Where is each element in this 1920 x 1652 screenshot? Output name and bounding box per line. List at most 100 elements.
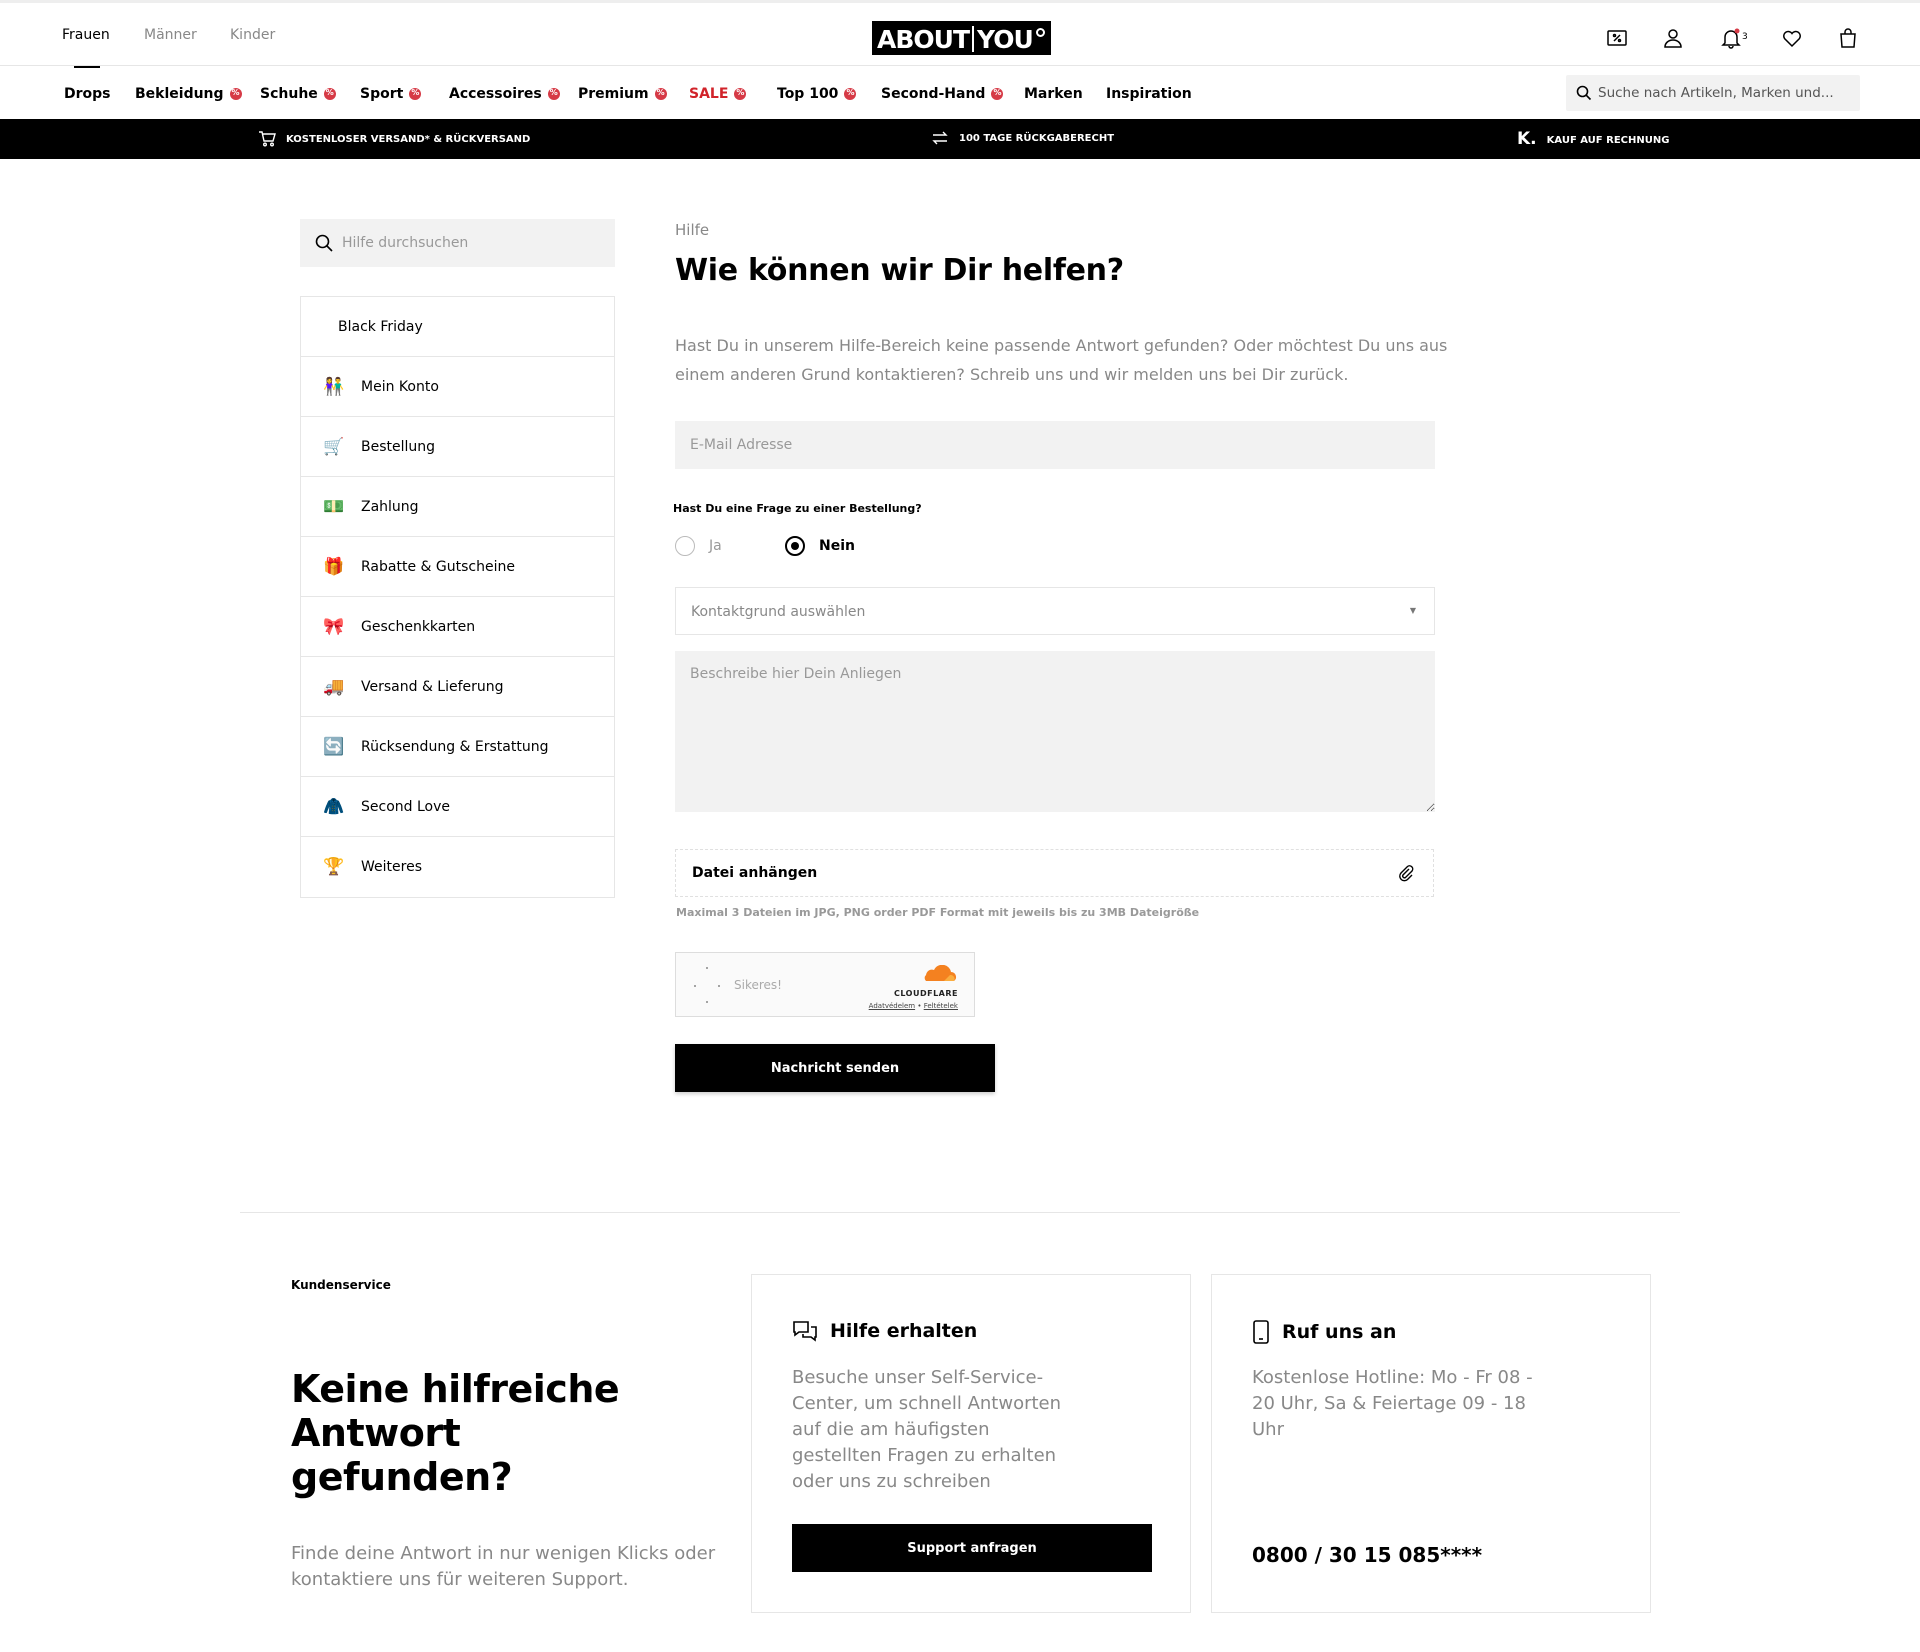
breadcrumb[interactable]: Hilfe [675,221,709,239]
radio-yes[interactable]: Ja [675,536,722,556]
sale-badge-icon [734,88,747,100]
sidebar-item-label: Weiteres [361,859,422,875]
nav-item-sport[interactable]: Sport [360,86,422,102]
logo-text-right: YOU [977,24,1034,54]
sidebar-item-second-love[interactable]: 🧥 Second Love [301,777,614,837]
about-you-logo[interactable]: ABOUT YOU [872,21,1051,55]
sidebar-item-bestellung[interactable]: 🛒 Bestellung [301,417,614,477]
nav-item-accessoires[interactable]: Accessoires [449,86,560,102]
gender-tab-kinder[interactable]: Kinder [230,27,275,43]
search-icon [315,234,333,252]
gender-tab-frauen[interactable]: Frauen [62,27,110,43]
sidebar-item-rabatte-gutscheine[interactable]: 🎁 Rabatte & Gutscheine [301,537,614,597]
gender-tab-maenner[interactable]: Männer [144,27,197,43]
usp-shipping: KOSTENLOSER VERSAND* & RÜCKVERSAND [258,131,530,147]
captcha-terms-link[interactable]: Feltételek [924,1002,958,1010]
call-card: Ruf uns an Kostenlose Hotline: Mo - Fr 0… [1211,1274,1651,1613]
captcha-brand: CLOUDFLARE [894,989,958,998]
radio-no-circle[interactable] [785,536,805,556]
sidebar-item-black-friday[interactable]: Black Friday [301,297,614,357]
usp-returns: 100 TAGE RÜCKGABERECHT [931,131,1114,145]
nav-item-label: Second-Hand [881,86,986,102]
sidebar-item-label: Second Love [361,798,450,815]
nav-item-premium[interactable]: Premium [578,86,667,102]
usp-bar: KOSTENLOSER VERSAND* & RÜCKVERSAND 100 T… [0,119,1920,159]
sidebar-item-label: Versand & Lieferung [361,678,504,695]
notification-count: 3 [1742,32,1748,42]
nav-item-second-hand[interactable]: Second-Hand [881,86,1004,102]
contact-reason-select[interactable]: Kontaktgrund auswählen ▼ [675,587,1435,635]
account-icon[interactable] [1662,27,1684,49]
nav-item-label: Drops [64,86,111,102]
sale-badge-icon [547,88,560,100]
cart-icon [259,131,276,147]
nav-item-schuhe[interactable]: Schuhe [260,86,336,102]
captcha-privacy-link[interactable]: Adatvédelem [869,1002,915,1010]
nav-item-label: Schuhe [260,86,318,102]
sidebar-item-label: Black Friday [338,318,423,335]
nav-item-bekleidung[interactable]: Bekleidung [135,86,242,102]
sidebar-item-mein-konto[interactable]: 👫 Mein Konto [301,357,614,417]
message-textarea[interactable] [675,651,1435,812]
phone-icon [1253,1320,1269,1344]
usp-returns-text: 100 TAGE RÜCKGABERECHT [959,132,1115,144]
topic-icon: 💵 [323,496,345,517]
cloudflare-logo-icon [924,964,956,981]
klarna-logo-icon: K. [1517,129,1537,149]
cloudflare-captcha[interactable]: Sikeres! CLOUDFLARE Adatvédelem • Feltét… [675,952,975,1017]
topic-icon: 🛒 [323,436,345,457]
nav-item-label: Bekleidung [135,86,224,102]
nav-item-top-100[interactable]: Top 100 [777,86,857,102]
nav-item-inspiration[interactable]: Inspiration [1106,86,1192,102]
chevron-down-icon: ▼ [1409,606,1416,615]
sidebar-item-zahlung[interactable]: 💵 Zahlung [301,477,614,537]
radio-no[interactable]: Nein [785,536,855,556]
call-card-text: Kostenlose Hotline: Mo - Fr 08 - 20 Uhr,… [1252,1367,1533,1440]
topic-icon: 🎁 [323,556,345,577]
sale-badge-icon [991,88,1004,100]
help-card-title-text: Hilfe erhalten [830,1320,978,1342]
shopping-bag-icon[interactable] [1837,27,1859,49]
nav-item-label: Inspiration [1106,86,1192,102]
sidebar-item-versand-lieferung[interactable]: 🚚 Versand & Lieferung [301,657,614,717]
topic-icon: 🧥 [323,796,345,817]
call-card-title-text: Ruf uns an [1282,1321,1397,1343]
global-search[interactable]: Suche nach Artikeln, Marken und... [1566,75,1860,111]
top-bar: Frauen Männer Kinder ABOUT YOU 3 [0,0,1920,68]
nav-item-label: Premium [578,86,649,102]
email-field[interactable] [675,421,1435,469]
nav-item-sale[interactable]: SALE [689,86,747,102]
nav-item-label: Sport [360,86,404,102]
sidebar-item-r-cksendung-erstattung[interactable]: 🔄 Rücksendung & Erstattung [301,717,614,777]
sidebar-item-geschenkkarten[interactable]: 🎀 Geschenkkarten [301,597,614,657]
nav-item-label: SALE [689,86,729,102]
nav-item-drops[interactable]: Drops [64,86,111,102]
chat-bubbles-icon [793,1321,817,1342]
help-topics-list: Black Friday 👫 Mein Konto 🛒 Bestellung 💵 Zahlu… [300,296,615,898]
sale-badge-icon [323,88,336,100]
nav-item-marken[interactable]: Marken [1024,86,1083,102]
logo-text-left: ABOUT [877,24,970,54]
radio-yes-circle[interactable] [675,536,695,556]
send-message-button[interactable]: Nachricht senden [675,1044,995,1092]
topic-icon: 🎀 [323,616,345,637]
contact-reason-placeholder: Kontaktgrund auswählen [691,604,866,620]
help-card-text: Besuche unser Self-Service-Center, um sc… [792,1367,1062,1492]
sidebar-item-label: Zahlung [361,498,419,515]
attach-file-button[interactable]: Datei anhängen [675,849,1434,897]
support-request-button[interactable]: Support anfragen [792,1524,1152,1572]
sidebar-item-label: Mein Konto [361,378,439,395]
section-divider [240,1212,1680,1213]
discount-icon[interactable] [1606,27,1628,49]
notification-bell-icon[interactable] [1720,27,1742,49]
topic-icon: 👫 [323,376,345,397]
hotline-phone-number[interactable]: 0800 / 30 15 085**** [1252,1543,1482,1567]
search-icon [1576,85,1592,101]
topic-icon: 🚚 [323,676,345,697]
captcha-spinner-icon [692,967,722,1003]
sale-badge-icon [844,88,857,100]
sidebar-item-weiteres[interactable]: 🏆 Weiteres [301,837,614,897]
wishlist-heart-icon[interactable] [1781,27,1803,49]
help-search-input[interactable] [342,232,602,254]
service-text: Finde deine Antwort in nur wenigen Klick… [291,1543,716,1590]
